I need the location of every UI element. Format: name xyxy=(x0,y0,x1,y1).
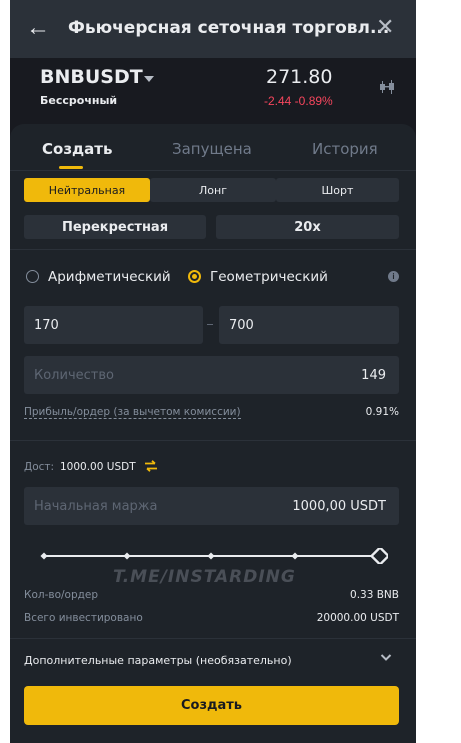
available-label: Дост: xyxy=(24,461,55,473)
slider-handle xyxy=(369,548,388,564)
section-divider xyxy=(10,638,416,639)
tabs-divider xyxy=(10,170,416,171)
available-value: 1000.00 USDT xyxy=(60,461,136,473)
tab-create[interactable]: Создать xyxy=(42,140,112,158)
contract-type: Бессрочный xyxy=(40,94,118,107)
upper-price-value: 700 xyxy=(229,318,254,333)
range-separator xyxy=(207,324,213,325)
qty-per-order-value: 0.33 BNB xyxy=(350,589,399,601)
slider-step-25 xyxy=(123,552,131,560)
create-button[interactable]: Создать xyxy=(24,686,399,725)
tab-history[interactable]: История xyxy=(312,140,378,158)
arithmetic-radio[interactable] xyxy=(26,270,39,283)
caret-down-icon[interactable] xyxy=(144,76,154,82)
arrow-left-icon[interactable]: ← xyxy=(26,14,50,42)
slider-step-75 xyxy=(291,552,299,560)
close-icon[interactable]: ✕ xyxy=(376,14,394,40)
advanced-params-toggle[interactable]: Дополнительные параметры (необязательно) xyxy=(24,654,292,667)
direction-long[interactable]: Лонг xyxy=(150,178,276,202)
watermark: T.ME/INSTARDING xyxy=(113,567,296,587)
direction-neutral[interactable]: Нейтральная xyxy=(24,178,150,202)
leverage-button[interactable]: 20x xyxy=(216,215,399,239)
last-price: 271.80 xyxy=(266,66,333,88)
grid-count-placeholder: Количество xyxy=(34,368,114,383)
grid-count-value: 149 xyxy=(361,368,386,383)
arithmetic-label[interactable]: Арифметический xyxy=(48,269,171,285)
initial-margin-placeholder: Начальная маржа xyxy=(34,499,158,514)
section-divider xyxy=(10,440,416,441)
page-title: Фьючерсная сеточная торговл... xyxy=(68,18,390,38)
profit-label[interactable]: Прибыль/ордер (за вычетом комиссии) xyxy=(24,406,241,419)
direction-short[interactable]: Шорт xyxy=(276,178,399,202)
initial-margin-value: 1000,00 USDT xyxy=(292,499,386,514)
total-invested-value: 20000.00 USDT xyxy=(316,612,399,624)
margin-mode-button[interactable]: Перекрестная xyxy=(24,215,206,239)
swap-icon[interactable] xyxy=(144,460,158,472)
margin-slider[interactable] xyxy=(40,548,388,564)
price-change: -2.44 -0.89% xyxy=(264,94,333,108)
geometric-label[interactable]: Геометрический xyxy=(210,269,328,285)
app-screen: ← Фьючерсная сеточная торговл... ✕ BNBUS… xyxy=(10,0,416,743)
chevron-down-icon[interactable] xyxy=(380,652,392,662)
lower-price-value: 170 xyxy=(34,318,59,333)
slider-step-0 xyxy=(40,552,48,560)
tab-running[interactable]: Запущена xyxy=(172,140,252,158)
info-icon[interactable]: i xyxy=(388,271,399,282)
profit-value: 0.91% xyxy=(365,406,399,418)
qty-per-order-label: Кол-во/ордер xyxy=(24,589,99,601)
section-divider xyxy=(10,249,416,250)
geometric-radio[interactable] xyxy=(188,270,201,283)
candlestick-icon[interactable] xyxy=(378,80,400,94)
slider-step-50 xyxy=(207,552,215,560)
active-tab-indicator xyxy=(59,166,83,169)
total-invested-label: Всего инвестировано xyxy=(24,612,143,624)
symbol-selector[interactable]: BNBUSDT xyxy=(40,66,143,88)
